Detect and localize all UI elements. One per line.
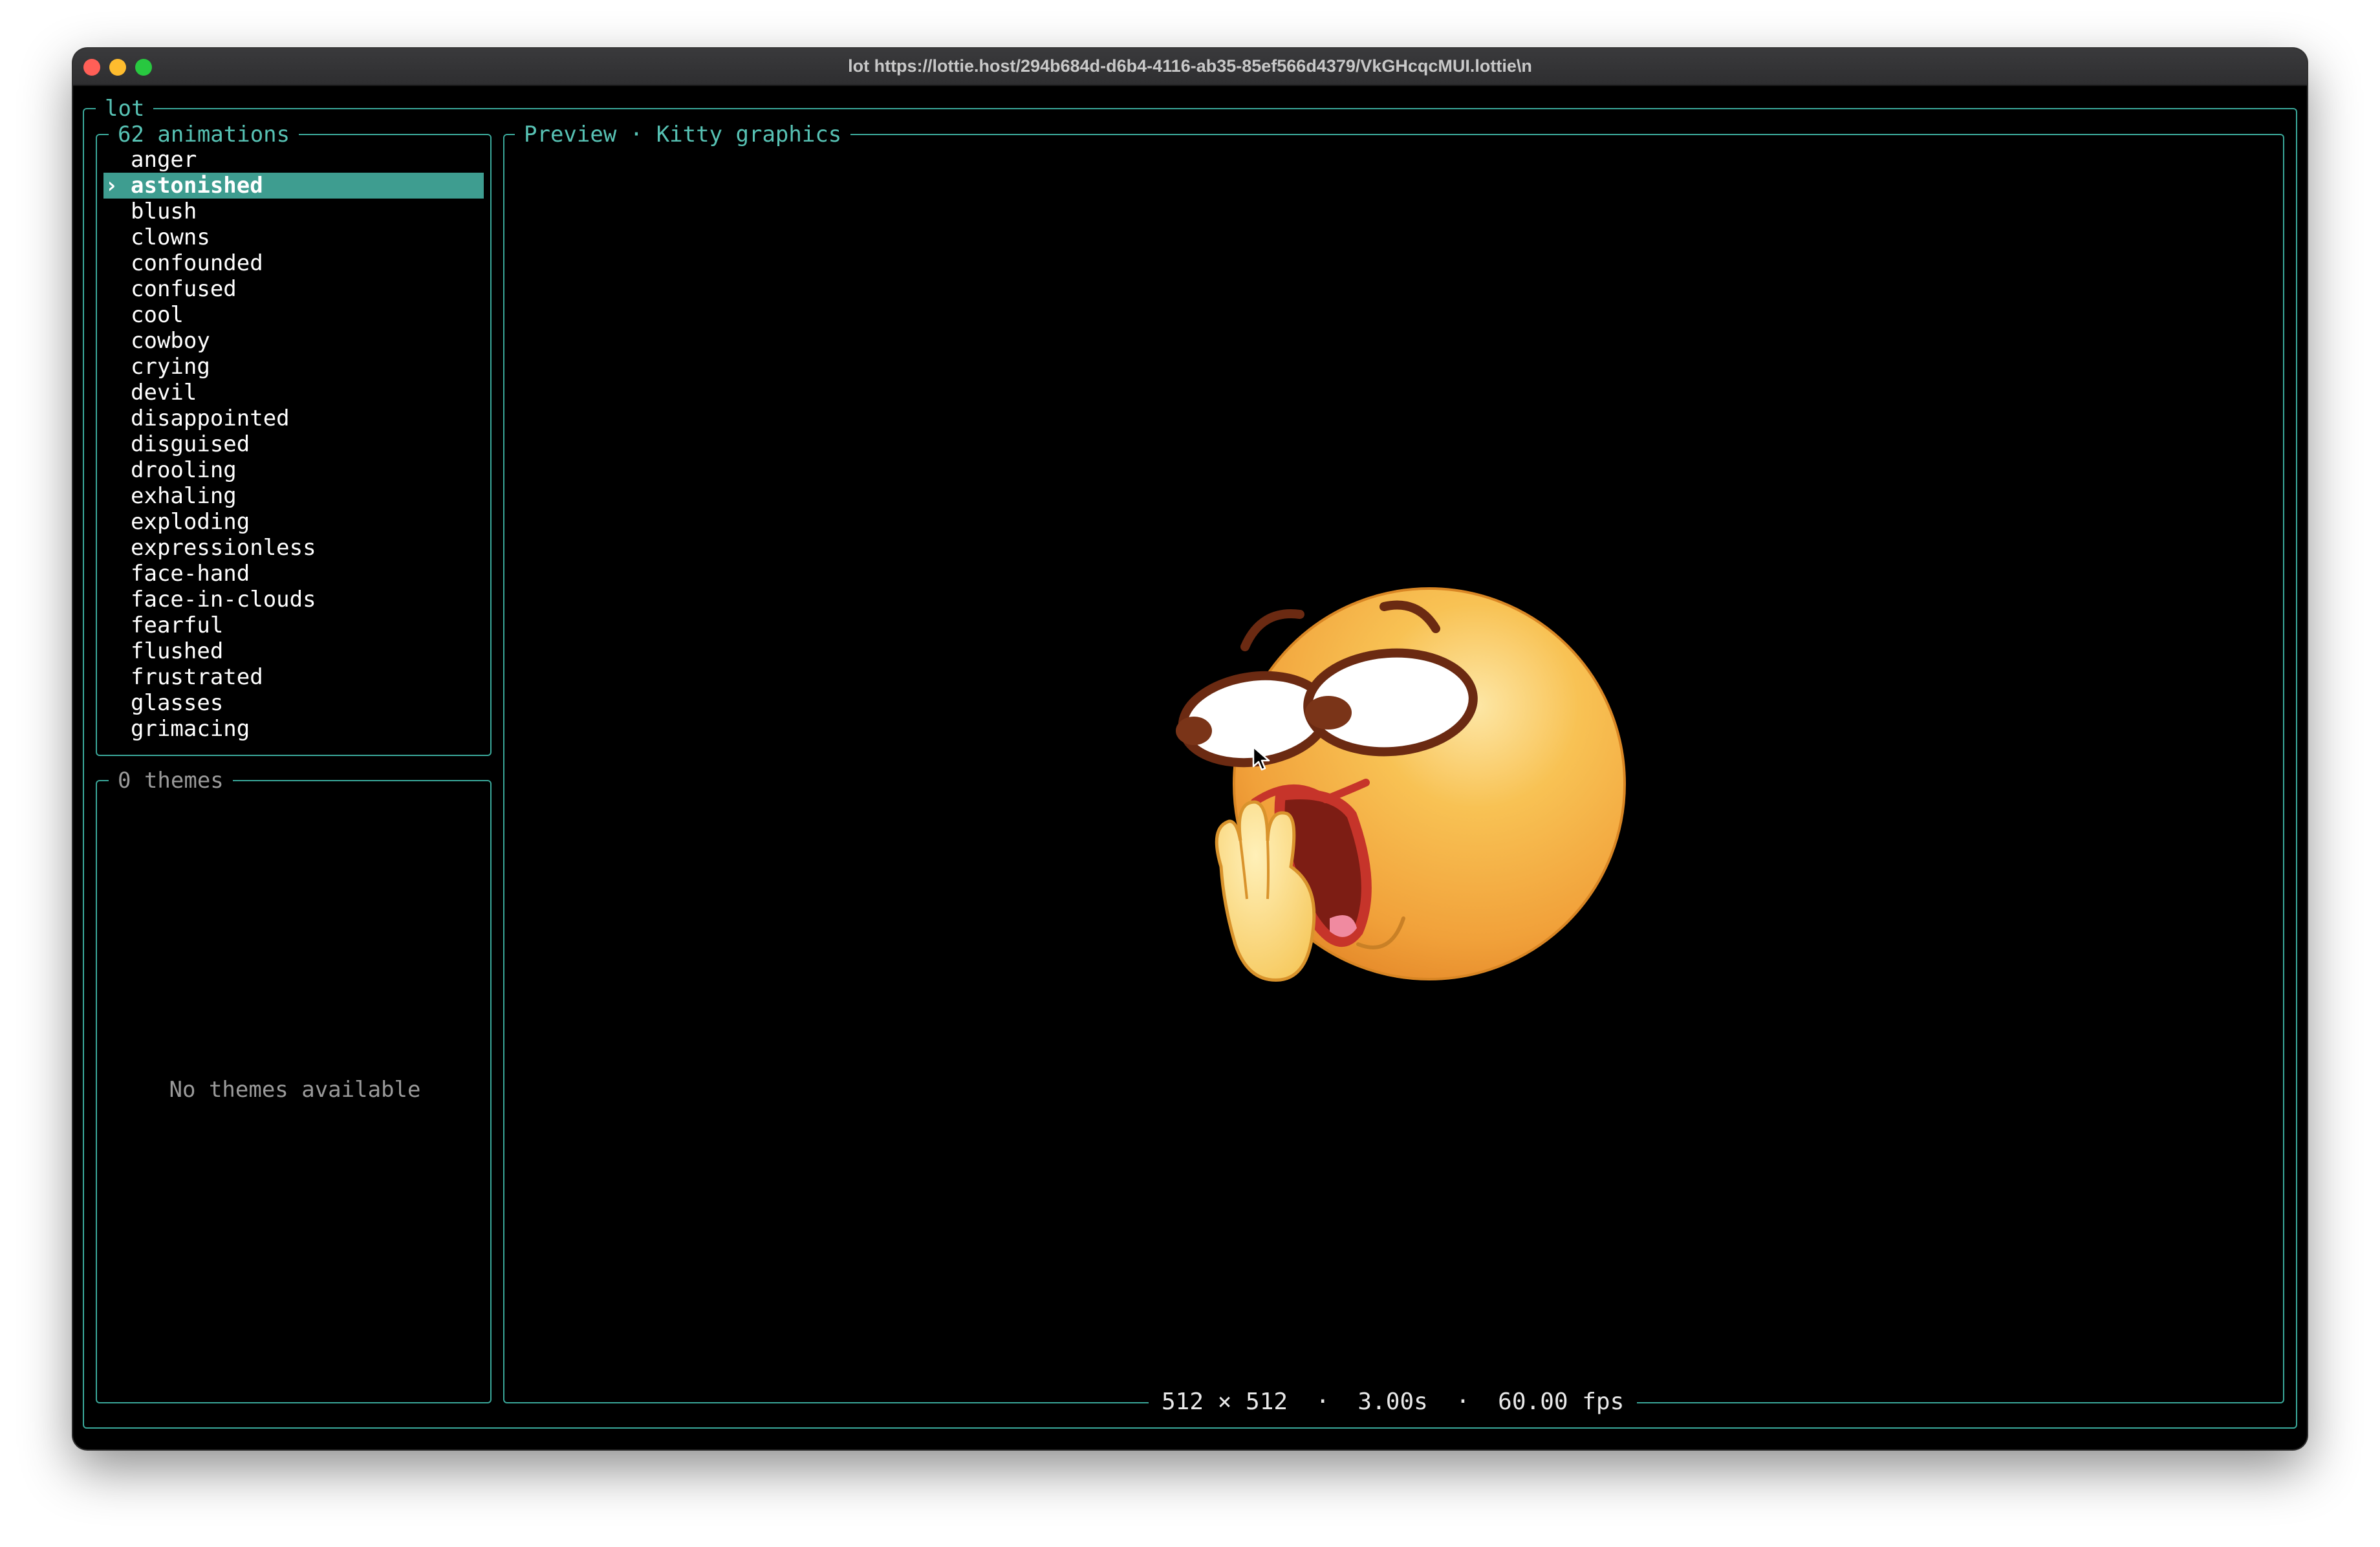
animation-name: cool — [131, 302, 184, 328]
animation-list-item[interactable]: fearful — [103, 612, 484, 638]
animation-list-item[interactable]: disappointed — [103, 406, 484, 431]
animation-list-item[interactable]: exhaling — [103, 483, 484, 509]
animation-name: crying — [131, 354, 210, 380]
animations-panel-title: 62 animations — [109, 122, 299, 147]
animation-name: drooling — [131, 457, 237, 483]
animation-name: face-hand — [131, 561, 250, 587]
no-themes-message: No themes available — [169, 1077, 421, 1103]
animation-list-item[interactable]: expressionless — [103, 535, 484, 561]
animation-name: cowboy — [131, 328, 210, 354]
animation-list-item[interactable]: crying — [103, 354, 484, 380]
animation-list-item[interactable]: cowboy — [103, 328, 484, 354]
animation-name: confounded — [131, 250, 263, 276]
animation-name: disappointed — [131, 406, 290, 431]
animation-list-item[interactable]: blush — [103, 199, 484, 224]
animation-name: blush — [131, 199, 197, 224]
animation-list-item[interactable]: flushed — [103, 638, 484, 664]
animation-name: face-in-clouds — [131, 587, 316, 612]
animation-name: glasses — [131, 690, 224, 716]
animation-name: confused — [131, 276, 237, 302]
animation-list-item[interactable]: frustrated — [103, 664, 484, 690]
animation-name: anger — [131, 147, 197, 173]
animation-list-item[interactable]: disguised — [103, 431, 484, 457]
animation-list-item[interactable]: confused — [103, 276, 484, 302]
animation-name: disguised — [131, 431, 250, 457]
window-title: lot https://lottie.host/294b684d-d6b4-41… — [848, 56, 1532, 76]
animation-list-item[interactable]: grimacing — [103, 716, 484, 742]
animation-name: frustrated — [131, 664, 263, 690]
animation-name: flushed — [131, 638, 224, 664]
animation-list-item[interactable]: face-in-clouds — [103, 587, 484, 612]
selection-marker: › — [105, 173, 118, 199]
animation-name: expressionless — [131, 535, 316, 561]
preview-status-bar: 512 × 512 · 3.00s · 60.00 fps — [1149, 1388, 1638, 1416]
app-title: lot — [96, 96, 154, 122]
animation-name: clowns — [131, 224, 210, 250]
animation-list-item[interactable]: anger — [103, 147, 484, 173]
animation-name: grimacing — [131, 716, 250, 742]
animation-list-item[interactable]: glasses — [103, 690, 484, 716]
animation-list-item[interactable]: exploding — [103, 509, 484, 535]
animation-list-item[interactable]: devil — [103, 380, 484, 406]
mouse-cursor-icon — [1252, 746, 1271, 772]
themes-panel-title: 0 themes — [109, 768, 233, 794]
preview-panel-title: Preview · Kitty graphics — [515, 122, 851, 147]
animation-list-item[interactable]: drooling — [103, 457, 484, 483]
astonished-emoji-icon — [1164, 582, 1643, 996]
animation-list-item[interactable]: confounded — [103, 250, 484, 276]
animation-list-item[interactable]: clowns — [103, 224, 484, 250]
animation-name: astonished — [131, 173, 263, 199]
animation-name: exploding — [131, 509, 250, 535]
title-bar: lot https://lottie.host/294b684d-d6b4-41… — [73, 49, 2307, 86]
animation-list: anger › astonished blush clowns confounded con… — [103, 147, 484, 742]
animation-name: fearful — [131, 612, 224, 638]
animation-name: exhaling — [131, 483, 237, 509]
animation-list-item[interactable]: › astonished — [103, 173, 484, 199]
animation-list-item[interactable]: cool — [103, 302, 484, 328]
animation-list-item[interactable]: face-hand — [103, 561, 484, 587]
animation-name: devil — [131, 380, 197, 406]
